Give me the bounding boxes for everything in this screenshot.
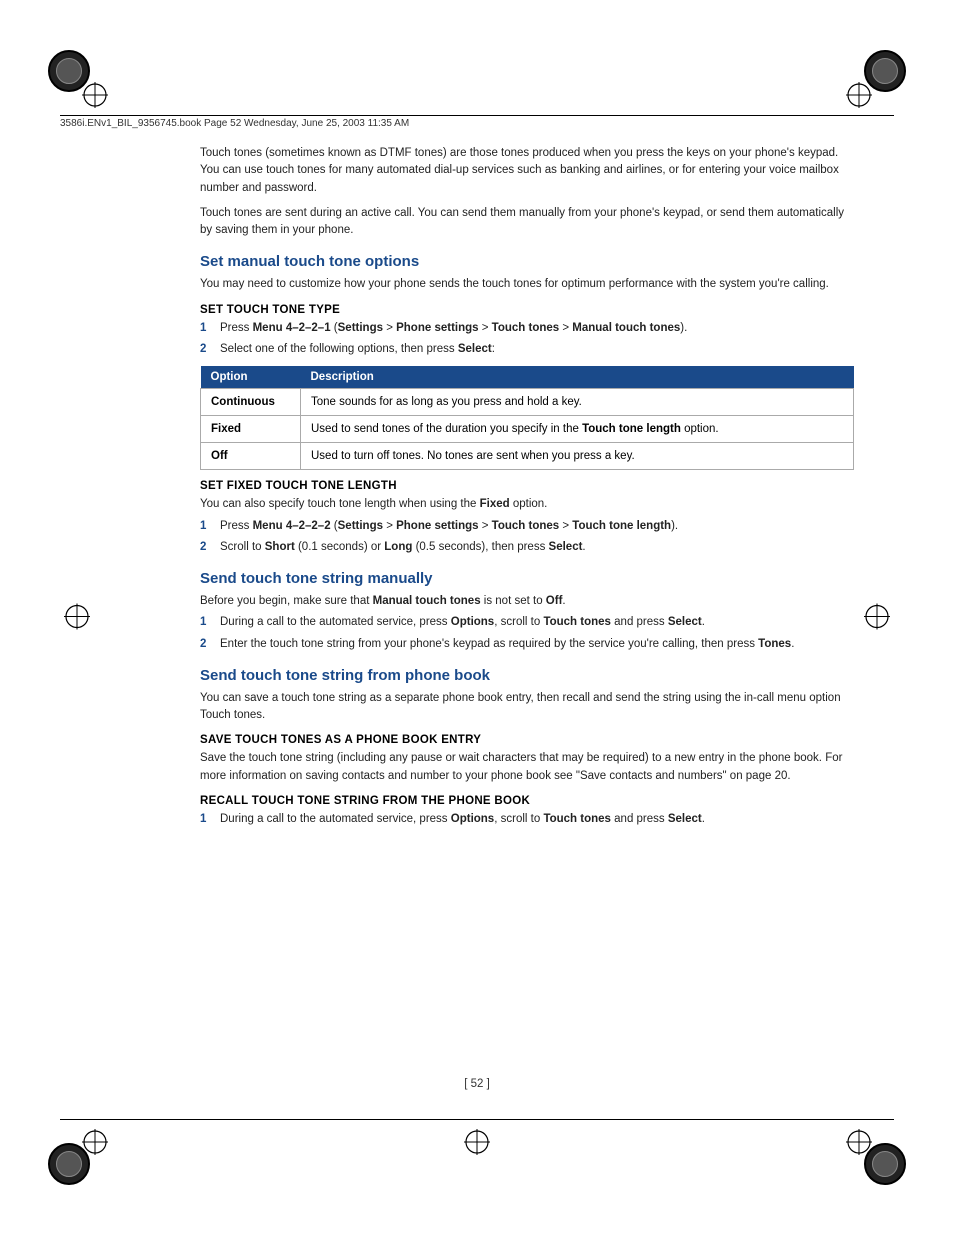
section-send-manually: Send touch tone string manually Before y…: [200, 570, 854, 653]
bottom-bar: [60, 1119, 894, 1120]
step-num-1-sm: 1: [200, 614, 216, 631]
section-heading-set-manual: Set manual touch tone options: [200, 253, 854, 270]
table-cell-desc-fixed: Used to send tones of the duration you s…: [301, 416, 854, 443]
step-2-send-manually: 2 Enter the touch tone string from your …: [200, 636, 854, 653]
right-mid-crosshair: [862, 601, 892, 634]
table-cell-option-continuous: Continuous: [201, 389, 301, 416]
sub-heading-fixed-length: SET FIXED TOUCH TONE LENGTH: [200, 480, 854, 492]
table-row: Fixed Used to send tones of the duration…: [201, 416, 854, 443]
table-row: Off Used to turn off tones. No tones are…: [201, 443, 854, 470]
top-right-reg-circle: [864, 50, 906, 92]
send-phone-book-intro: You can save a touch tone string as a se…: [200, 690, 854, 725]
bottom-center-crosshair: [462, 1127, 492, 1160]
step-num-2-sm: 2: [200, 636, 216, 653]
step-text-1-fixed: Press Menu 4–2–2–2 (Settings > Phone set…: [220, 518, 678, 535]
sub-heading-recall-touch-tone: RECALL TOUCH TONE STRING FROM THE PHONE …: [200, 795, 854, 807]
content-area: Touch tones (sometimes known as DTMF ton…: [200, 145, 854, 1075]
section-set-manual: Set manual touch tone options You may ne…: [200, 253, 854, 556]
fixed-length-intro: You can also specify touch tone length w…: [200, 496, 854, 513]
step-num-1: 1: [200, 320, 216, 337]
table-cell-option-off: Off: [201, 443, 301, 470]
top-left-reg-circle: [48, 50, 90, 92]
sub-heading-touch-tone-type: SET TOUCH TONE TYPE: [200, 304, 854, 316]
sub-section-touch-tone-type: SET TOUCH TONE TYPE 1 Press Menu 4–2–2–1…: [200, 304, 854, 471]
step-2-fixed-length: 2 Scroll to Short (0.1 seconds) or Long …: [200, 539, 854, 556]
bottom-right-reg-circle: [864, 1143, 906, 1185]
sub-section-save-touch-tones: SAVE TOUCH TONES AS A PHONE BOOK ENTRY S…: [200, 734, 854, 785]
step-1-touch-tone-type: 1 Press Menu 4–2–2–1 (Settings > Phone s…: [200, 320, 854, 337]
bottom-left-reg-circle: [48, 1143, 90, 1185]
page-number: [ 52 ]: [0, 1078, 954, 1090]
step-num-2: 2: [200, 341, 216, 358]
section-set-manual-intro: You may need to customize how your phone…: [200, 276, 854, 293]
intro-paragraph-2: Touch tones are sent during an active ca…: [200, 205, 854, 240]
step-text-1-sm: During a call to the automated service, …: [220, 614, 705, 631]
options-table: Option Description Continuous Tone sound…: [200, 366, 854, 470]
step-2-touch-tone-type: 2 Select one of the following options, t…: [200, 341, 854, 358]
step-text-2-fixed: Scroll to Short (0.1 seconds) or Long (0…: [220, 539, 586, 556]
table-cell-option-fixed: Fixed: [201, 416, 301, 443]
section-send-from-phone-book: Send touch tone string from phone book Y…: [200, 667, 854, 828]
step-text-2: Select one of the following options, the…: [220, 341, 495, 358]
table-cell-desc-off: Used to turn off tones. No tones are sen…: [301, 443, 854, 470]
step-1-recall: 1 During a call to the automated service…: [200, 811, 854, 828]
step-text-1-recall: During a call to the automated service, …: [220, 811, 705, 828]
file-info: 3586i.ENv1_BIL_9356745.book Page 52 Wedn…: [60, 118, 409, 129]
table-header-option: Option: [201, 366, 301, 389]
sub-heading-save-touch-tones: SAVE TOUCH TONES AS A PHONE BOOK ENTRY: [200, 734, 854, 746]
sub-section-fixed-length: SET FIXED TOUCH TONE LENGTH You can also…: [200, 480, 854, 556]
step-text-2-sm: Enter the touch tone string from your ph…: [220, 636, 794, 653]
step-num-1-recall: 1: [200, 811, 216, 828]
page-container: 3586i.ENv1_BIL_9356745.book Page 52 Wedn…: [0, 0, 954, 1235]
intro-paragraph-1: Touch tones (sometimes known as DTMF ton…: [200, 145, 854, 197]
step-1-send-manually: 1 During a call to the automated service…: [200, 614, 854, 631]
table-row: Continuous Tone sounds for as long as yo…: [201, 389, 854, 416]
save-touch-tones-text: Save the touch tone string (including an…: [200, 750, 854, 785]
top-bar: 3586i.ENv1_BIL_9356745.book Page 52 Wedn…: [60, 115, 894, 129]
section-heading-send-manually: Send touch tone string manually: [200, 570, 854, 587]
section-heading-send-phone-book: Send touch tone string from phone book: [200, 667, 854, 684]
left-mid-crosshair: [62, 601, 92, 634]
table-cell-desc-continuous: Tone sounds for as long as you press and…: [301, 389, 854, 416]
step-text-1: Press Menu 4–2–2–1 (Settings > Phone set…: [220, 320, 687, 337]
table-header-description: Description: [301, 366, 854, 389]
step-num-1-fixed: 1: [200, 518, 216, 535]
send-manually-intro: Before you begin, make sure that Manual …: [200, 593, 854, 610]
step-num-2-fixed: 2: [200, 539, 216, 556]
step-1-fixed-length: 1 Press Menu 4–2–2–2 (Settings > Phone s…: [200, 518, 854, 535]
sub-section-recall-touch-tone: RECALL TOUCH TONE STRING FROM THE PHONE …: [200, 795, 854, 828]
